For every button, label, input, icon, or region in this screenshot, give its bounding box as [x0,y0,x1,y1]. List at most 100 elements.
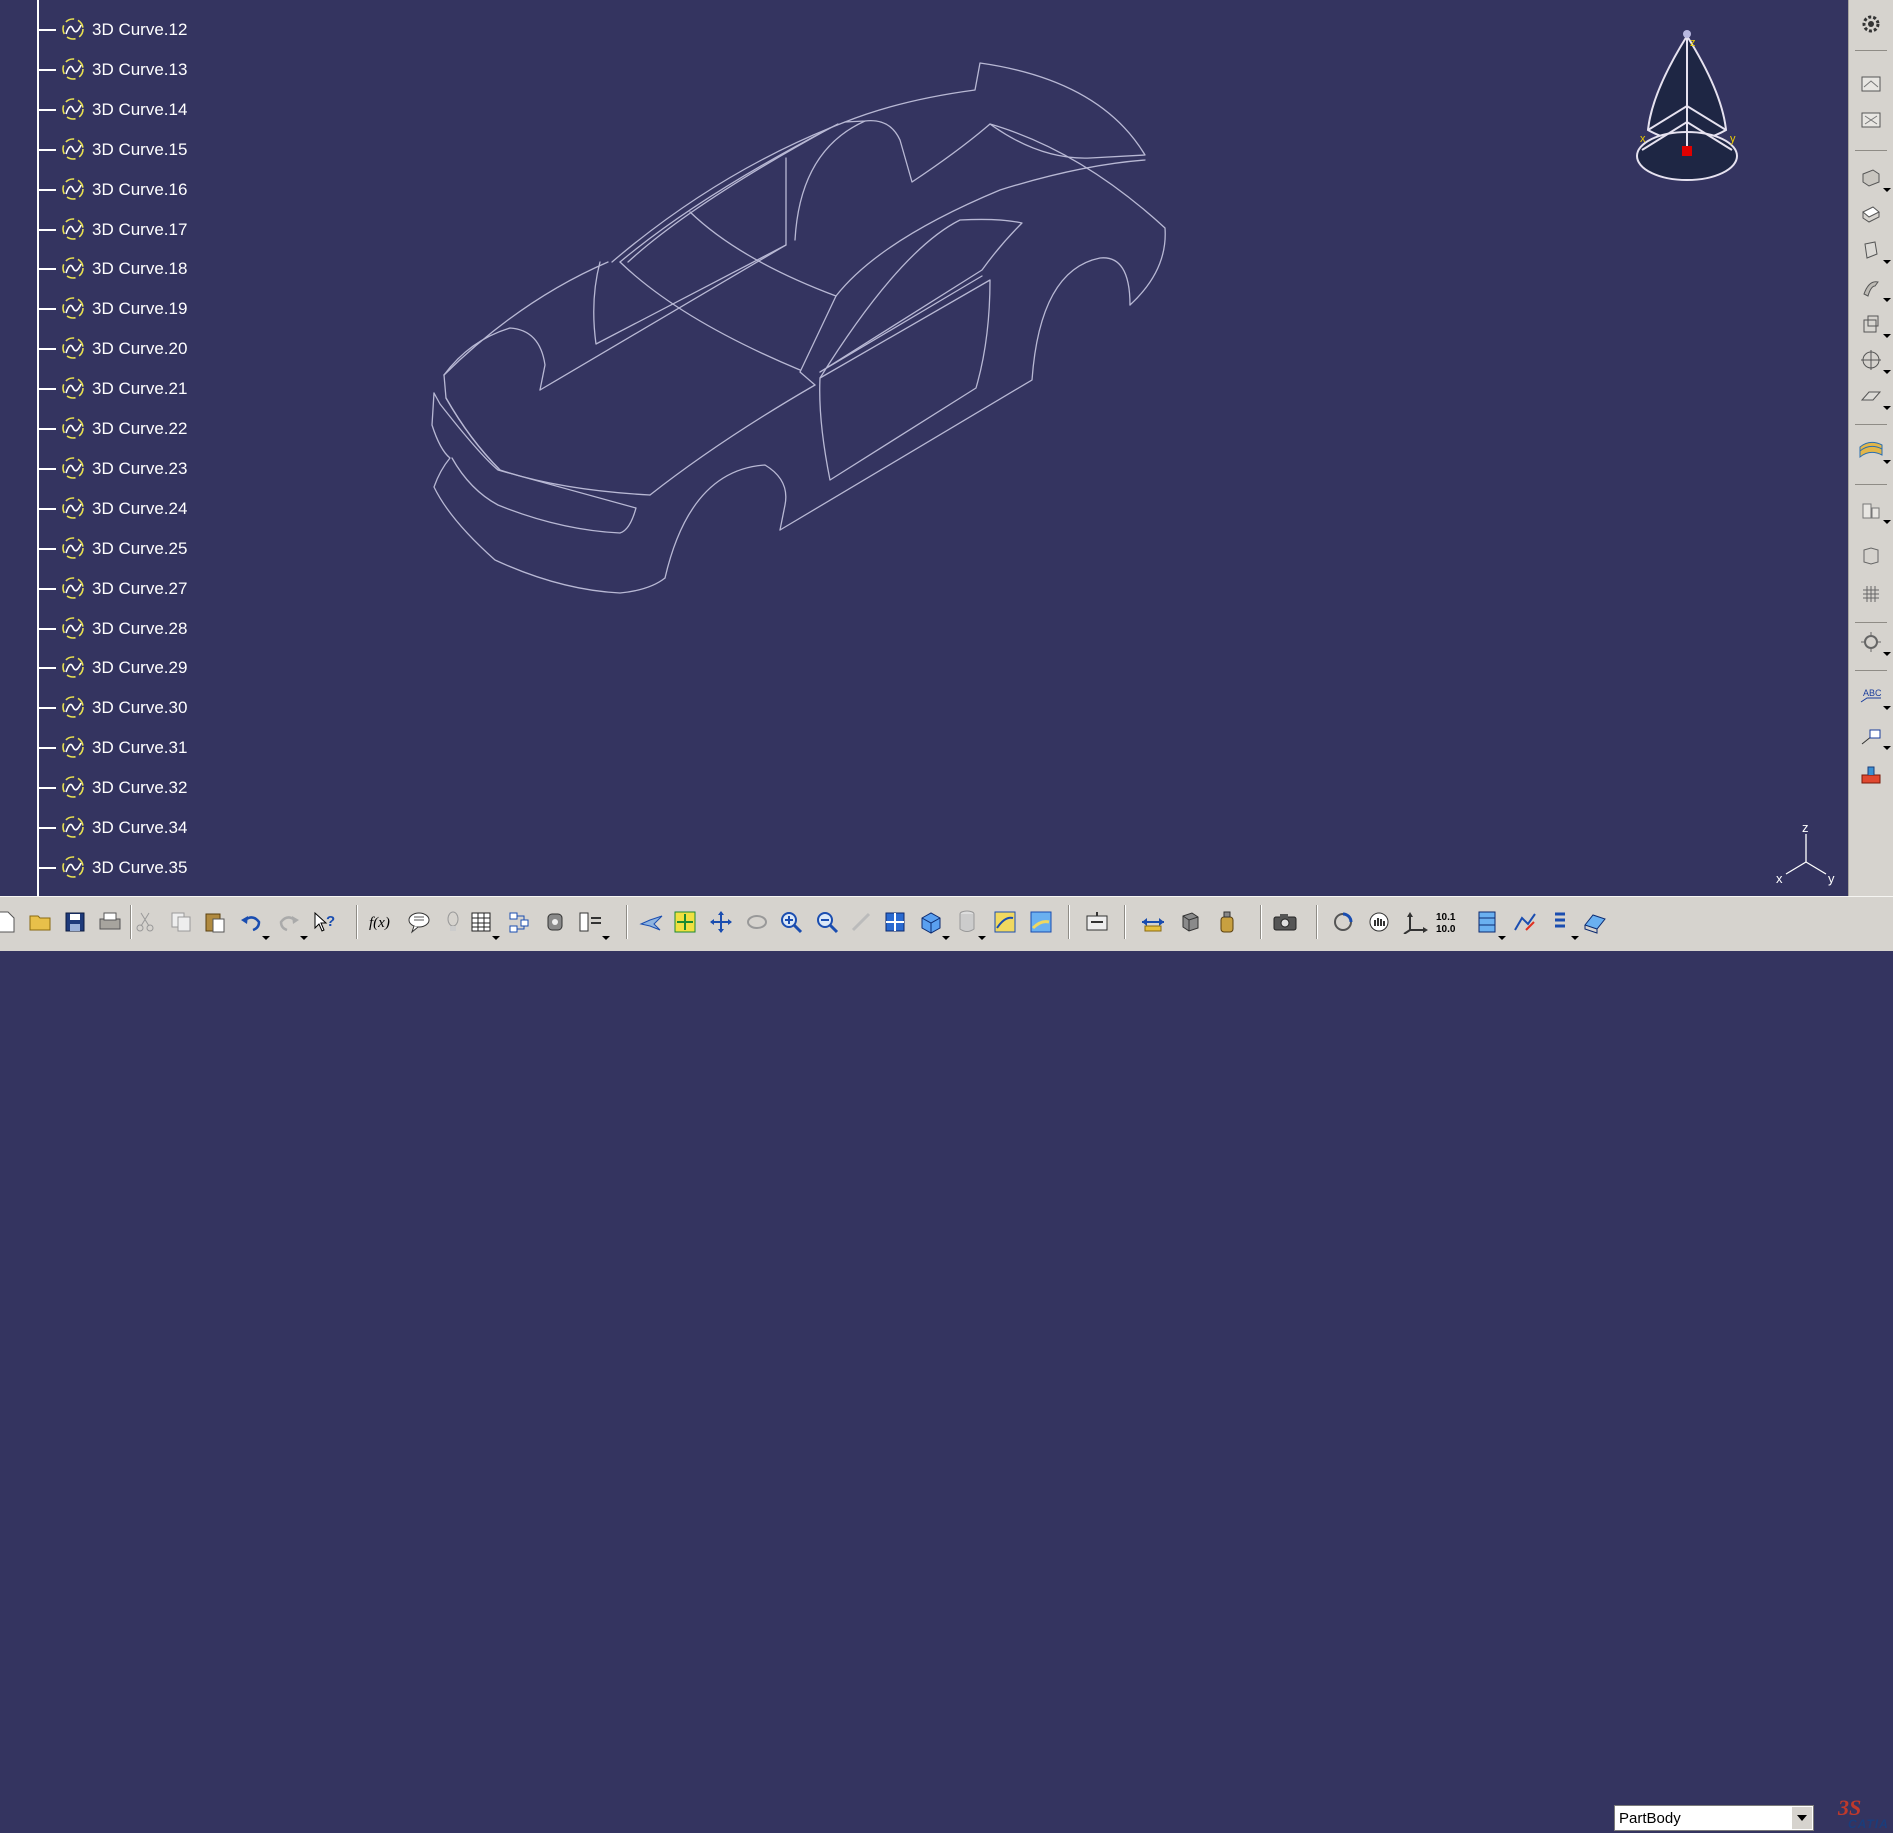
tree-item[interactable]: 3D Curve.14 [38,94,258,124]
catalog-icon[interactable] [540,907,570,937]
fly-mode-icon[interactable] [636,907,666,937]
hide-show-icon[interactable] [990,907,1020,937]
curve-icon[interactable] [60,575,86,601]
table-icon[interactable] [466,907,500,940]
chevron-down-icon[interactable] [1792,1807,1812,1829]
shading-icon[interactable] [952,907,986,940]
tree-item[interactable]: 3D Curve.21 [38,373,258,403]
curve-icon[interactable] [60,654,86,680]
scan-icon[interactable] [1510,907,1540,937]
tree-item[interactable]: 3D Curve.19 [38,293,258,323]
fit-all-in-icon[interactable] [670,907,700,937]
tree-item[interactable]: 3D Curve.23 [38,453,258,483]
parameters-icon[interactable] [576,907,610,940]
tree-item[interactable]: 3D Curve.28 [38,613,258,643]
tree-item[interactable]: 3D Curve.30 [38,692,258,722]
curve-icon[interactable] [60,176,86,202]
curve-icon[interactable] [60,96,86,122]
capture-camera-icon[interactable] [1270,907,1300,937]
tree-item[interactable]: 3D Curve.32 [38,772,258,802]
tree-item[interactable]: 3D Curve.12 [38,14,258,44]
curve-icon[interactable] [60,255,86,281]
manipulation-icon[interactable] [1364,907,1394,937]
geometrical-set-icon[interactable] [1472,907,1506,940]
constraint-icon[interactable] [1857,628,1891,656]
pattern-icon[interactable] [1857,580,1885,608]
paste-icon[interactable] [200,907,230,937]
gear-icon[interactable] [1857,10,1885,38]
tree-item[interactable]: 3D Curve.35 [38,852,258,882]
flag-note-icon[interactable] [1857,722,1891,750]
tree-item[interactable]: 3D Curve.22 [38,413,258,443]
curve-icon[interactable] [60,136,86,162]
rib-icon[interactable] [1857,274,1891,302]
whats-this-icon[interactable]: ? [310,907,340,937]
zoom-out-icon[interactable] [812,907,842,937]
pad-icon[interactable] [1857,164,1891,192]
compass-base-point[interactable] [1682,146,1692,156]
formula-icon[interactable]: f(x) [368,907,398,937]
new-file-icon[interactable] [0,907,20,937]
pocket-icon[interactable] [1857,200,1885,228]
curve-icon[interactable] [60,216,86,242]
curve-icon[interactable] [60,16,86,42]
curve-icon[interactable] [60,734,86,760]
tree-item[interactable]: 3D Curve.31 [38,732,258,762]
tree-item[interactable]: 3D Curve.18 [38,253,258,283]
rotate-icon[interactable] [742,907,772,937]
mass-icon[interactable] [1212,907,1242,937]
sketch-tracker-icon[interactable] [1328,907,1358,937]
curve-icon[interactable] [60,56,86,82]
curve-icon[interactable] [60,854,86,880]
curve-icon[interactable] [60,495,86,521]
measure-item-icon[interactable] [1857,496,1891,524]
curve-icon[interactable] [60,375,86,401]
plane-icon[interactable] [1857,382,1891,410]
tree-item[interactable]: 3D Curve.13 [38,54,258,84]
text-annotation-icon[interactable]: ABC [1857,682,1891,710]
tree-item[interactable]: 3D Curve.29 [38,652,258,682]
multi-view-icon[interactable] [880,907,910,937]
curve-icon[interactable] [60,415,86,441]
tree-item[interactable]: 3D Curve.16 [38,174,258,204]
surface-icon[interactable] [1857,436,1891,464]
tree-item[interactable]: 3D Curve.24 [38,493,258,523]
save-icon[interactable] [60,907,90,937]
measure-inertia-toolbar-icon[interactable] [1175,907,1205,937]
normal-view-icon[interactable] [846,907,876,937]
tree-expand-icon[interactable] [505,907,535,937]
measure-numbers-icon[interactable]: 10.1 10.0 [1434,907,1464,937]
body-selector-dropdown[interactable]: PartBody [1614,1805,1814,1831]
tree-item[interactable]: 3D Curve.15 [38,134,258,164]
tree-item[interactable]: 3D Curve.25 [38,533,258,563]
curve-icon[interactable] [60,535,86,561]
curve-icon[interactable] [60,295,86,321]
car-body-wireframe[interactable] [0,0,1848,896]
print-icon[interactable] [95,907,125,937]
iso-view-icon[interactable] [916,907,950,940]
light-bulb-icon[interactable] [438,907,468,937]
positioned-sketch-icon[interactable] [1857,106,1885,134]
curve-icon[interactable] [60,694,86,720]
curve-icon[interactable] [60,455,86,481]
open-folder-icon[interactable] [26,907,56,937]
copy-icon[interactable] [166,907,196,937]
cut-icon[interactable] [130,907,160,937]
tree-item[interactable]: 3D Curve.27 [38,573,258,603]
curve-icon[interactable] [60,774,86,800]
update-icon[interactable] [1082,907,1112,937]
swap-visible-space-icon[interactable] [1026,907,1056,937]
3d-viewport[interactable]: 3D Curve.12 3D Curve.13 3D Curve.14 3D Curv… [0,0,1848,896]
measure-inertia-icon[interactable] [1857,542,1885,570]
list-icon[interactable] [1545,907,1579,940]
curve-icon[interactable] [60,615,86,641]
publication-icon[interactable] [1857,760,1885,788]
change-body-icon[interactable] [1580,907,1610,937]
pan-icon[interactable] [706,907,736,937]
zoom-in-icon[interactable] [776,907,806,937]
axis-system-icon[interactable] [1857,346,1891,374]
redo-icon[interactable] [274,907,308,940]
curve-icon[interactable] [60,814,86,840]
tree-item[interactable]: 3D Curve.17 [38,214,258,244]
shaft-icon[interactable] [1857,236,1891,264]
